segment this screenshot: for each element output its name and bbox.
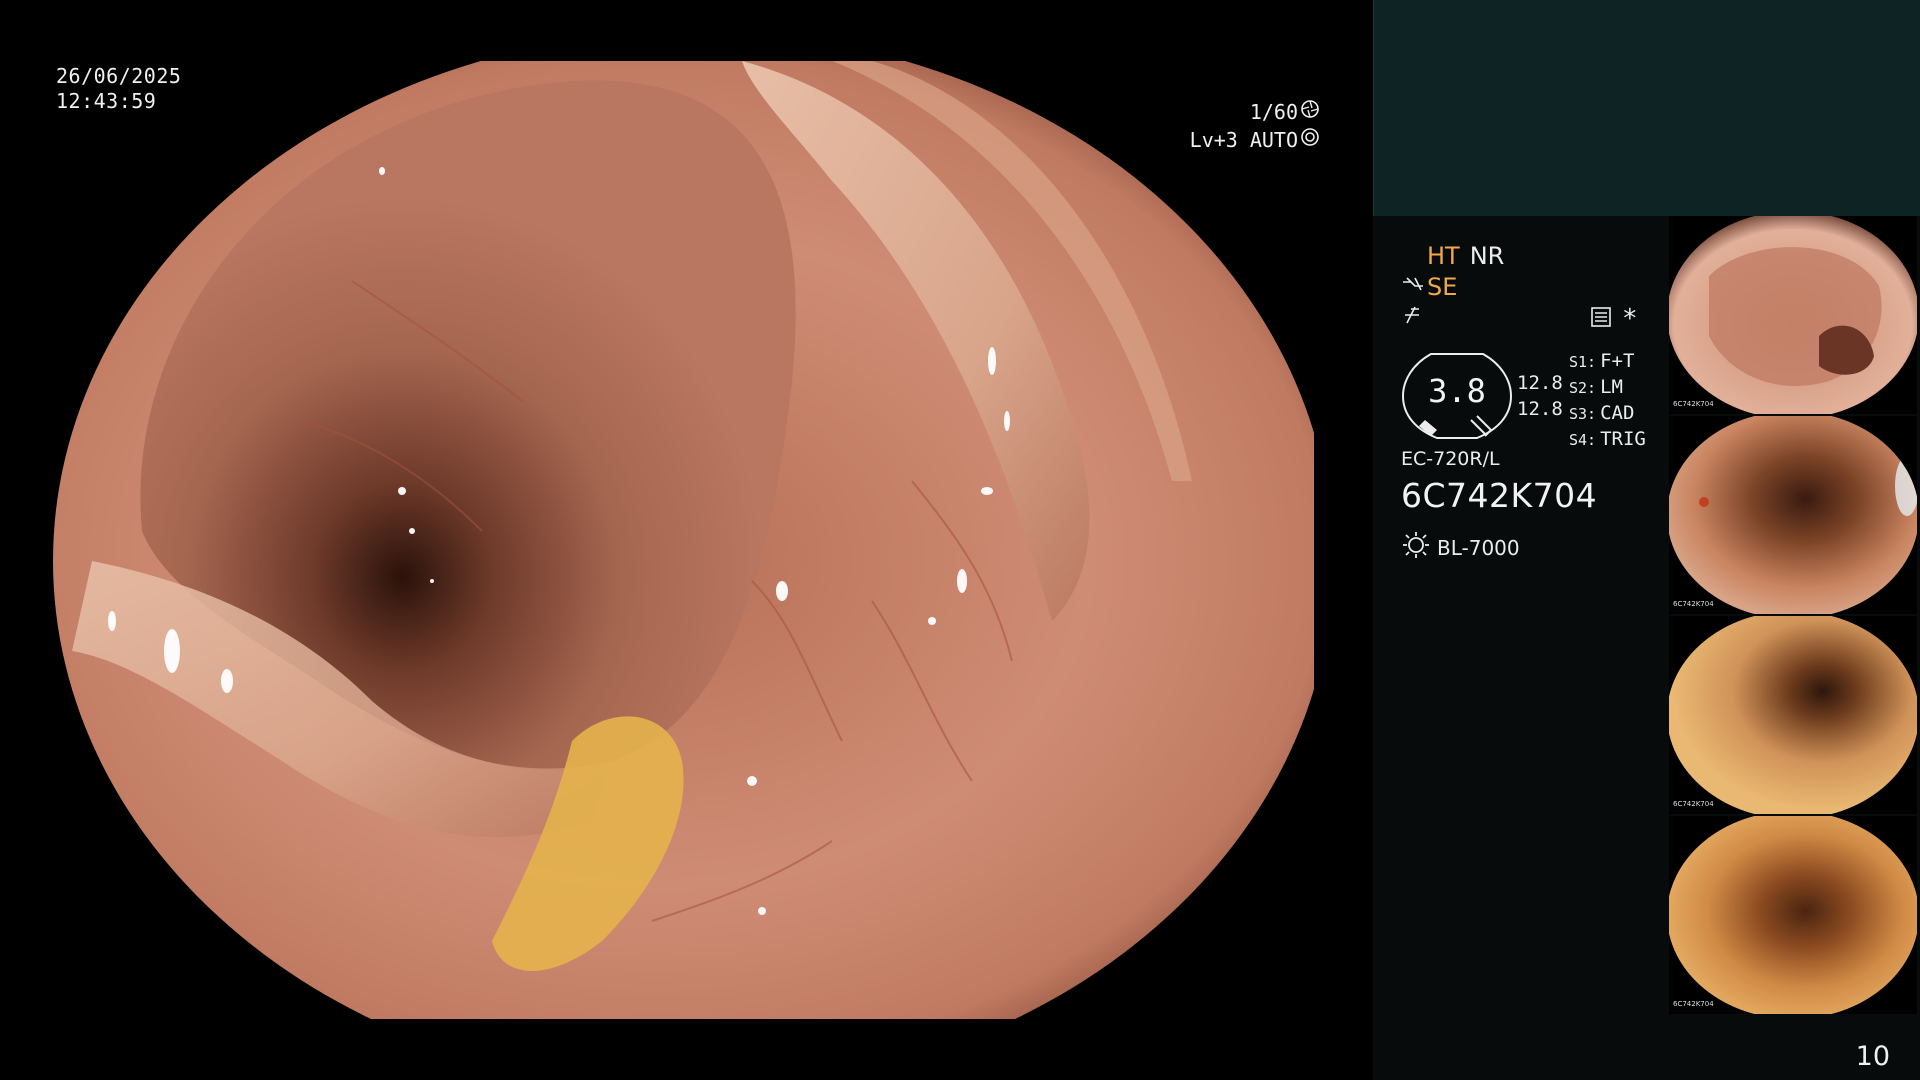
thumbnail-image [1669,816,1917,1014]
captured-thumbnails: 6C742K704 6C742K704 6C742K704 6C742K704 [1669,216,1920,1016]
date-time-overlay: 26/06/2025 12:43:59 [56,64,181,114]
magnification-gauge: 3.8 [1401,350,1513,442]
switch-item: S1: F+T [1569,350,1635,372]
scope-serial-label: 6C742K704 [1401,476,1598,515]
thumbnail[interactable]: 6C742K704 [1669,416,1917,614]
structure-enhance-icon [1401,274,1427,300]
thumbnail[interactable]: 6C742K704 [1669,816,1917,1014]
gauge-side-top: 12.8 [1517,372,1563,394]
mode-nr: NR [1469,241,1505,270]
thumbnail[interactable]: 6C742K704 [1669,216,1917,414]
main-endoscopic-view: 26/06/2025 12:43:59 1/60 Lv+3 AUTO [0,0,1372,1080]
switch-item: S4: TRIG [1569,428,1646,450]
page-number: 10 [1855,1041,1890,1072]
light-source-row: BL-7000 [1401,530,1520,565]
shutter-label: 1/60 [1249,100,1298,124]
thumbnail[interactable]: 6C742K704 [1669,616,1917,814]
aperture-icon [1300,98,1320,126]
status-block: HT NR SE * 3.8 12.8 12.8 S1: F+T S2: LM … [1401,240,1671,560]
mode-se: SE [1427,272,1458,301]
memo-icon [1590,306,1612,332]
mode-row-ht-nr: HT NR [1401,240,1671,271]
exposure-mode-label: AUTO [1249,128,1298,152]
switch-item: S2: LM [1569,376,1623,398]
info-panel-header [1373,0,1920,216]
light-source-label: BL-7000 [1437,535,1520,560]
thumbnail-serial: 6C742K704 [1673,400,1714,408]
gauge-side-values: 12.8 12.8 [1517,370,1563,422]
auto-exposure-icon [1300,126,1320,154]
gauge-value: 3.8 [1428,372,1486,410]
info-panel: HT NR SE * 3.8 12.8 12.8 S1: F+T S2: LM … [1373,0,1920,1080]
date-label: 26/06/2025 [56,64,182,88]
exposure-overlay: 1/60 Lv+3 AUTO [1190,98,1320,154]
scope-switch-list: S1: F+T S2: LM S3: CAD S4: TRIG [1569,349,1646,453]
scope-model-label: EC-720R/L [1401,448,1500,470]
thumbnail-image [1669,216,1917,414]
color-enhance-icon [1401,305,1427,331]
mode-icons: * [1590,306,1638,332]
asterisk-icon: * [1622,304,1638,334]
endoscopy-screen: 26/06/2025 12:43:59 1/60 Lv+3 AUTO HT NR… [0,0,1920,1080]
time-label: 12:43:59 [56,89,157,113]
thumbnail-image [1669,416,1917,614]
switch-item: S3: CAD [1569,402,1635,424]
endoscopic-image [52,61,1314,1019]
light-source-icon [1401,530,1431,565]
thumbnail-serial: 6C742K704 [1673,1000,1714,1008]
mode-ht: HT [1427,241,1460,270]
thumbnail-serial: 6C742K704 [1673,600,1714,608]
thumbnail-serial: 6C742K704 [1673,800,1714,808]
gauge-side-bottom: 12.8 [1517,398,1563,420]
mode-row-se: SE [1401,271,1671,302]
thumbnail-image [1669,616,1917,814]
level-label: Lv+3 [1189,128,1238,152]
